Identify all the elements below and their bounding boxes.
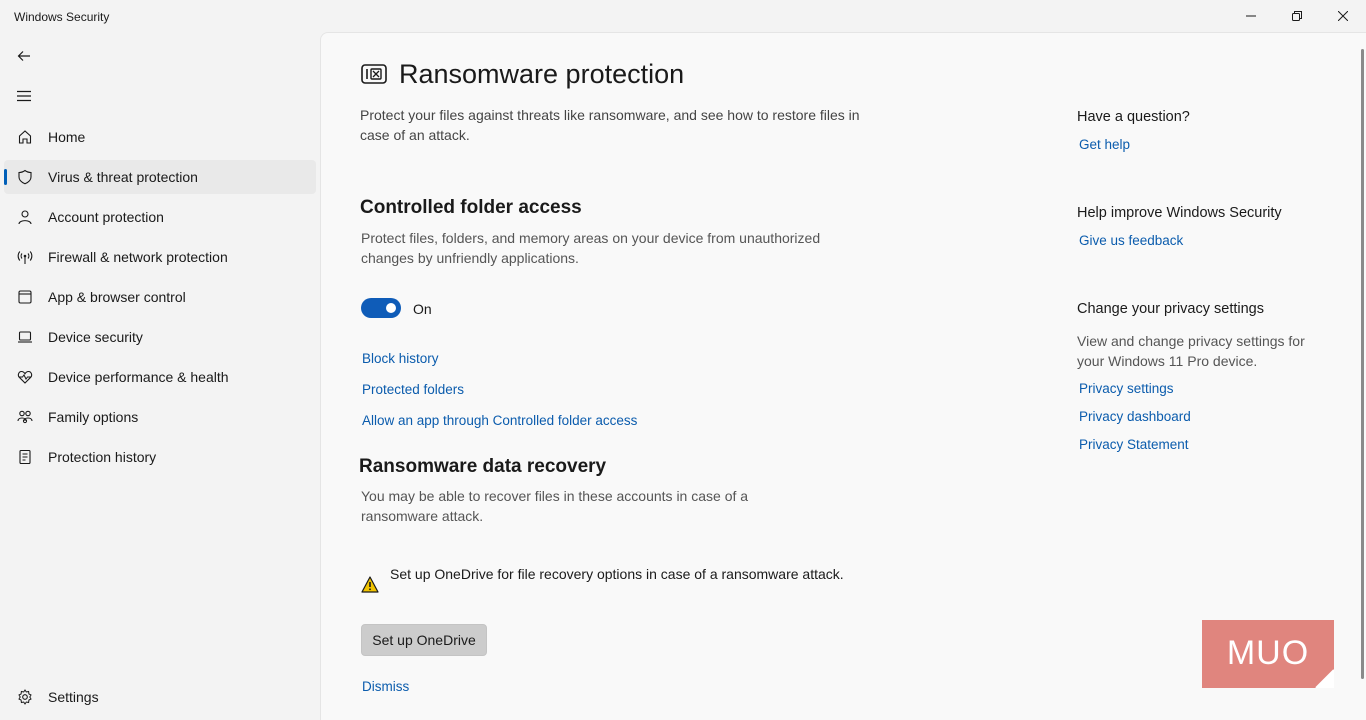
controlled-folder-description: Protect files, folders, and memory areas… — [361, 230, 821, 266]
sidebar-item-protection-history[interactable]: Protection history — [4, 440, 316, 474]
page-title: Ransomware protection — [399, 59, 685, 89]
sidebar-item-label: Device security — [48, 329, 143, 345]
sidebar-item-app-browser-control[interactable]: App & browser control — [4, 280, 316, 314]
close-button[interactable] — [1320, 0, 1366, 32]
minimize-icon — [1246, 15, 1256, 17]
toggle-knob — [386, 303, 396, 313]
warning-icon — [361, 576, 379, 598]
page-description: Protect your files against threats like … — [360, 107, 860, 143]
minimize-button[interactable] — [1228, 0, 1274, 32]
warning-text: Set up OneDrive for file recovery option… — [390, 566, 844, 582]
sidebar-item-settings[interactable]: Settings — [4, 680, 316, 714]
sidebar-item-label: Virus & threat protection — [48, 169, 198, 185]
sidebar-item-firewall[interactable]: Firewall & network protection — [4, 240, 316, 274]
scrollbar[interactable] — [1361, 49, 1364, 679]
menu-button[interactable] — [10, 82, 38, 110]
sidebar-item-home[interactable]: Home — [4, 120, 316, 154]
heart-pulse-icon — [16, 368, 34, 386]
sidebar-item-label: Home — [48, 129, 86, 145]
sidebar-item-device-performance[interactable]: Device performance & health — [4, 360, 316, 394]
privacy-statement-link[interactable]: Privacy Statement — [1079, 437, 1189, 452]
history-icon — [16, 448, 34, 466]
sidebar-item-label: Settings — [48, 689, 99, 705]
hamburger-menu-icon — [17, 90, 31, 102]
sidebar-item-family-options[interactable]: Family options — [4, 400, 316, 434]
privacy-dashboard-link[interactable]: Privacy dashboard — [1079, 409, 1191, 424]
controlled-folder-heading: Controlled folder access — [360, 197, 582, 218]
feedback-link[interactable]: Give us feedback — [1079, 233, 1183, 248]
block-history-link[interactable]: Block history — [362, 351, 439, 366]
allow-app-link[interactable]: Allow an app through Controlled folder a… — [362, 413, 637, 428]
sidebar-item-label: Family options — [48, 409, 139, 425]
recovery-heading: Ransomware data recovery — [359, 456, 607, 477]
toggle-state-label: On — [413, 301, 432, 317]
question-heading: Have a question? — [1077, 109, 1190, 125]
improve-heading: Help improve Windows Security — [1077, 205, 1282, 221]
shield-icon — [16, 168, 34, 186]
sidebar-item-account-protection[interactable]: Account protection — [4, 200, 316, 234]
title-bar: Windows Security — [0, 0, 1366, 32]
gear-icon — [16, 688, 34, 706]
sidebar-item-label: App & browser control — [48, 289, 186, 305]
protected-folders-link[interactable]: Protected folders — [362, 382, 464, 397]
laptop-icon — [16, 328, 34, 346]
active-indicator — [4, 169, 7, 185]
recovery-description: You may be able to recover files in thes… — [361, 488, 749, 524]
back-button[interactable] — [10, 42, 38, 70]
sidebar-item-label: Account protection — [48, 209, 164, 225]
content-panel: Ransomware protection Protect your files… — [320, 32, 1366, 720]
privacy-description: View and change privacy settings for you… — [1077, 333, 1305, 369]
privacy-heading: Change your privacy settings — [1077, 301, 1264, 317]
sidebar-item-label: Device performance & health — [48, 369, 229, 385]
get-help-link[interactable]: Get help — [1079, 137, 1130, 152]
privacy-settings-link[interactable]: Privacy settings — [1079, 381, 1174, 396]
home-icon — [16, 128, 34, 146]
sidebar-item-virus-threat-protection[interactable]: Virus & threat protection — [4, 160, 316, 194]
close-icon — [1338, 11, 1348, 21]
sidebar-item-label: Protection history — [48, 449, 157, 465]
sidebar-item-device-security[interactable]: Device security — [4, 320, 316, 354]
watermark-text: MUO — [1227, 634, 1309, 672]
restore-button[interactable] — [1274, 0, 1320, 32]
family-icon — [16, 408, 34, 426]
ransomware-icon — [361, 64, 387, 89]
app-title: Windows Security — [14, 10, 110, 24]
sidebar-item-label: Firewall & network protection — [48, 249, 228, 265]
restore-icon — [1292, 11, 1302, 21]
app-window-icon — [16, 288, 34, 306]
sidebar: Home Virus & threat protection Account p… — [0, 32, 320, 720]
back-arrow-icon — [17, 51, 30, 61]
person-icon — [16, 208, 34, 226]
setup-onedrive-button[interactable]: Set up OneDrive — [361, 624, 487, 656]
controlled-folder-toggle[interactable] — [361, 298, 401, 318]
antenna-icon — [16, 248, 34, 266]
dismiss-link[interactable]: Dismiss — [362, 679, 409, 694]
muo-watermark: MUO — [1202, 620, 1335, 689]
